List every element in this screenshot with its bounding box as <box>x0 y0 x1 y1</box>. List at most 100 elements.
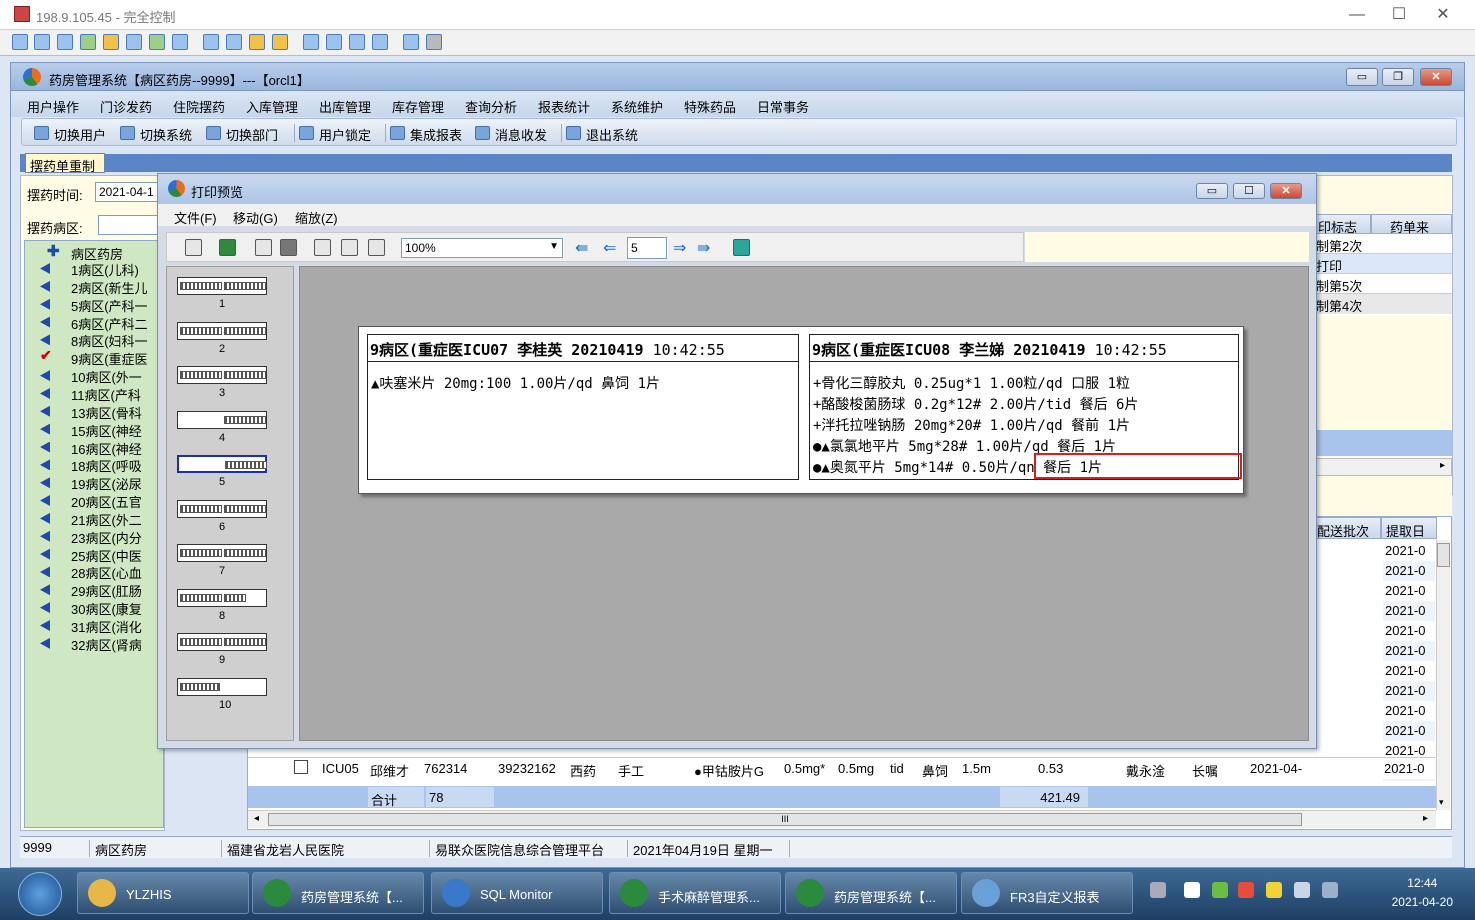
menu-daily[interactable]: 日常事务 <box>757 97 809 116</box>
volume-icon[interactable] <box>1322 882 1338 898</box>
tree-item-ward[interactable]: 18病区(呼吸 <box>71 456 163 475</box>
shield-icon[interactable] <box>1238 882 1254 898</box>
tree-item-ward[interactable]: 28病区(心血 <box>71 563 163 582</box>
right-hscroll[interactable]: ▸ <box>1313 458 1452 476</box>
tree-item-ward[interactable]: 23病区(内分 <box>71 528 163 547</box>
phone-icon[interactable] <box>149 34 165 50</box>
find-icon[interactable] <box>255 239 272 256</box>
tree-item-ward[interactable]: 16病区(神经 <box>71 439 163 458</box>
lock-icon[interactable] <box>249 34 265 50</box>
menu-user-ops[interactable]: 用户操作 <box>27 97 79 116</box>
tree-item-ward[interactable]: 5病区(产科一 <box>71 296 163 315</box>
col-batch[interactable]: 配送批次 <box>1313 517 1381 539</box>
tab-dispense-rework[interactable]: 摆药单重制 <box>25 153 105 174</box>
tree-item-ward[interactable]: 32病区(肾病 <box>71 635 163 654</box>
tree-item-ward[interactable]: 30病区(康复 <box>71 599 163 618</box>
last-page-icon[interactable]: ⇛ <box>697 238 710 258</box>
window-icon[interactable] <box>303 34 319 50</box>
chat-icon[interactable] <box>126 34 142 50</box>
copy-icon[interactable] <box>403 34 419 50</box>
screen-icon[interactable] <box>34 34 50 50</box>
save-icon[interactable] <box>219 239 236 256</box>
app-close-button[interactable]: ✕ <box>1420 68 1452 86</box>
user-icon[interactable] <box>203 34 219 50</box>
whole-page-icon[interactable] <box>341 239 358 256</box>
menu-query[interactable]: 查询分析 <box>465 97 517 116</box>
system-clock[interactable]: 12:44 2021-04-20 <box>1392 874 1453 912</box>
close-button[interactable]: ✕ <box>1432 4 1454 26</box>
tree-item-ward[interactable]: 2病区(新生儿 <box>71 278 163 297</box>
right-grid-row[interactable]: 打印 <box>1313 254 1452 274</box>
page-thumbnail[interactable] <box>177 410 267 429</box>
menu-special-drugs[interactable]: 特殊药品 <box>684 97 736 116</box>
switch-user-button[interactable]: 切换用户 <box>34 125 106 144</box>
tree-item-ward[interactable]: 21病区(外二 <box>71 510 163 529</box>
menu-reports[interactable]: 报表统计 <box>538 97 590 116</box>
taskbar-item[interactable]: SQL Monitor <box>431 872 603 914</box>
minimize-button[interactable]: — <box>1346 4 1368 26</box>
warning-icon[interactable] <box>103 34 119 50</box>
row-checkbox[interactable] <box>294 760 308 774</box>
fullscreen-icon[interactable] <box>326 34 342 50</box>
menu-move[interactable]: 移动(G) <box>233 208 278 227</box>
tools-icon[interactable] <box>426 34 442 50</box>
page-number-input[interactable]: 5 <box>627 237 667 259</box>
tree-item-ward[interactable]: 9病区(重症医 <box>71 349 163 368</box>
ward-input[interactable] <box>98 215 158 235</box>
menu-outpatient[interactable]: 门诊发药 <box>100 97 152 116</box>
app-restore-button[interactable]: ❐ <box>1382 68 1414 86</box>
keyboard-icon[interactable] <box>1150 882 1166 898</box>
preview-close-button[interactable]: ✕ <box>1270 183 1302 199</box>
right-grid-row[interactable]: 制第4次 <box>1313 294 1452 314</box>
switch-dept-button[interactable]: 切换部门 <box>206 125 278 144</box>
preview-minimize-button[interactable]: ▭ <box>1196 183 1228 199</box>
messages-button[interactable]: 消息收发 <box>475 125 547 144</box>
tree-item-ward[interactable]: 29病区(肛肠 <box>71 581 163 600</box>
close-preview-icon[interactable] <box>733 239 750 256</box>
scale-icon[interactable] <box>349 34 365 50</box>
page-thumbnail[interactable] <box>177 277 267 295</box>
menu-inpatient[interactable]: 住院摆药 <box>173 97 225 116</box>
menu-stock-in[interactable]: 入库管理 <box>246 97 298 116</box>
menu-zoom[interactable]: 缩放(Z) <box>295 208 338 227</box>
page-fit-icon[interactable] <box>368 239 385 256</box>
update-icon[interactable] <box>1266 882 1282 898</box>
tree-item-ward[interactable]: 31病区(消化 <box>71 617 163 636</box>
page-thumbnail[interactable] <box>177 366 267 384</box>
time-input[interactable]: 2021-04-1 <box>95 182 159 202</box>
menu-file[interactable]: 文件(F) <box>174 208 217 227</box>
menu-inventory[interactable]: 库存管理 <box>392 97 444 116</box>
page-thumbnail[interactable] <box>177 499 267 518</box>
tree-item-ward[interactable]: 6病区(产科二 <box>71 314 163 333</box>
terminal-icon[interactable] <box>57 34 73 50</box>
print-icon[interactable] <box>280 239 297 256</box>
page-thumbnail[interactable] <box>177 455 267 473</box>
tree-item-ward[interactable]: 11病区(产科 <box>71 385 163 404</box>
tree-item-ward[interactable]: 20病区(五官 <box>71 492 163 511</box>
col-source[interactable]: 药单来源 <box>1371 214 1452 254</box>
unlock-icon[interactable] <box>272 34 288 50</box>
network-icon[interactable] <box>1294 882 1310 898</box>
taskbar-item[interactable]: FR3自定义报表 <box>961 872 1133 914</box>
tree-item-ward[interactable]: 10病区(外一 <box>71 367 163 386</box>
transfer-icon[interactable] <box>80 34 96 50</box>
preview-maximize-button[interactable]: ☐ <box>1233 183 1265 199</box>
right-grid-row[interactable]: 制第5次 <box>1313 274 1452 294</box>
monitor-icon[interactable] <box>12 34 28 50</box>
message-icon[interactable] <box>172 34 188 50</box>
first-page-icon[interactable]: ⇚ <box>575 238 588 258</box>
tree-item-ward[interactable]: 8病区(妇科一 <box>71 331 163 350</box>
zoom-search-icon[interactable] <box>185 239 202 256</box>
tree-item-ward[interactable]: 15病区(神经 <box>71 421 163 440</box>
taskbar-item[interactable]: 药房管理系统【... <box>252 872 424 914</box>
page-thumbnail[interactable] <box>177 633 267 651</box>
prev-page-icon[interactable]: ⇐ <box>603 238 616 258</box>
page-width-icon[interactable] <box>314 239 331 256</box>
start-button[interactable] <box>18 872 62 916</box>
col-extract-date[interactable]: 提取日 <box>1381 517 1437 539</box>
page-thumbnail[interactable] <box>177 321 267 340</box>
page-thumbnail[interactable] <box>177 544 267 562</box>
page-thumbnail[interactable] <box>177 588 267 607</box>
zoom-select[interactable]: 100% ▼ <box>401 238 563 258</box>
exit-system-button[interactable]: 退出系统 <box>566 125 638 144</box>
